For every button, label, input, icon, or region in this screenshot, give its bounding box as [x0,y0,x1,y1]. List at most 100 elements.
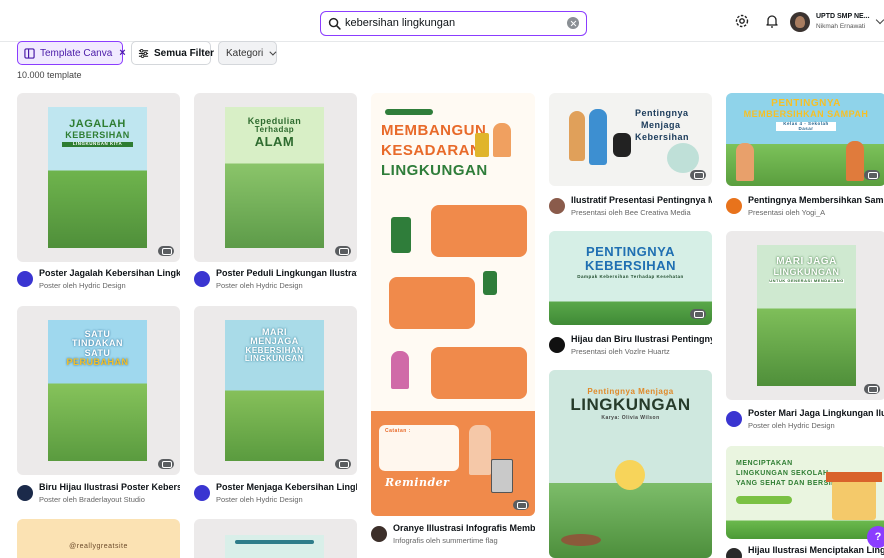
bell-icon[interactable] [764,13,780,29]
template-title[interactable]: Hijau dan Biru Ilustrasi Pentingnya... [571,334,712,344]
poster-title: KEBERSIHAN [585,257,676,273]
poster-subtitle: Dampak Kebersihan Terhadap Kesehatan [577,274,684,280]
template-creator: Infografis oleh summertime flag [393,536,498,545]
poster-title: KESADARAN [381,142,482,159]
template-creator: Poster oleh Braderlayout Studio [39,495,145,504]
poster-title: PENTINGNYA [771,98,841,109]
creator-avatar [726,548,742,558]
chip-label: Template Canva [40,47,113,59]
template-meta[interactable]: Hijau Ilustrasi Menciptakan Lingk... [726,545,884,558]
creator-avatar [726,198,742,214]
all-filters-button[interactable]: Semua Filter [131,41,214,65]
chevron-down-icon [269,48,277,56]
template-thumbnail: PENTINGNYA KEBERSIHAN Dampak Kebersihan … [549,231,712,325]
help-button[interactable]: ? [867,526,884,548]
close-icon[interactable]: × [119,47,125,59]
template-title[interactable]: Poster Jagalah Kebersihan Lingku... [39,268,180,278]
template-meta[interactable]: Hijau dan Biru Ilustrasi Pentingnya... P… [549,334,712,362]
creator-avatar [371,526,387,542]
poster-title: ALAM [254,133,295,149]
search-box[interactable]: kebersihan lingkungan [320,11,587,36]
poster-title: LINGKUNGAN SEKOLAH [736,470,829,477]
poster-title: Reminder [385,476,450,489]
poster-title: PENTINGNYA [585,244,676,259]
user-name[interactable]: UPTD SMP NE... [816,13,870,20]
template-thumbnail: SATU TINDAKAN SATU PERUBAHAN [48,320,147,461]
template-card[interactable]: PENTINGNYA KEBERSIHAN Dampak Kebersihan … [549,231,712,325]
template-thumbnail: Pentingnya Menjaga LINGKUNGAN Karya: Oli… [549,370,712,558]
template-card[interactable]: MENCIPTAKAN LINGKUNGAN SEKOLAH YANG SEHA… [726,446,884,539]
template-meta[interactable]: Poster Peduli Lingkungan Ilustratif... P… [194,268,357,296]
template-meta[interactable]: Pentingnya Membersihkan Sampa... Present… [726,195,884,223]
template-icon [24,47,35,59]
template-card[interactable] [194,519,357,558]
template-card[interactable]: Pentingnya Menjaga Kebersihan [549,93,712,186]
template-card[interactable]: MARI JAGA LINGKUNGAN UNTUK GENERASI MEND… [726,231,884,400]
template-card[interactable]: MARI MENJAGA KEBERSIHAN LINGKUNGAN [194,306,357,475]
template-meta[interactable]: Poster Menjaga Kebersihan Lingku... Post… [194,482,357,510]
template-title[interactable]: Oranye Illustrasi Infografis Memba... [393,523,535,533]
avatar[interactable] [790,12,810,32]
template-thumbnail: JAGALAH KEBERSIHAN LINGKUNGAN KITA [48,107,147,248]
poster-title: Pentingnya [635,108,689,118]
poster-title: PERUBAHAN [66,357,129,368]
template-thumbnail: MEMBANGUN KESADARAN LINGKUNGAN Catatan :… [371,93,535,516]
template-card[interactable]: JAGALAH KEBERSIHAN LINGKUNGAN KITA [17,93,180,262]
template-meta[interactable]: Poster Mari Jaga Lingkungan Ilustr... Po… [726,408,884,436]
search-input[interactable]: kebersihan lingkungan [345,17,455,29]
template-type-icon [335,246,351,256]
template-title[interactable]: Biru Hijau Ilustrasi Poster Kebersi... [39,482,180,492]
template-type-icon [864,170,880,180]
template-meta[interactable]: Ilustratif Presentasi Pentingnya M... Pr… [549,195,712,223]
search-icon [328,17,341,30]
template-title[interactable]: Ilustratif Presentasi Pentingnya M... [571,195,712,205]
template-type-icon [690,309,706,319]
template-meta[interactable]: Oranye Illustrasi Infografis Memba... In… [371,523,535,551]
template-creator: Presentasi oleh Bee Creativa Media [571,208,691,217]
gear-icon[interactable] [734,13,750,29]
creator-avatar [549,337,565,353]
template-creator: Poster oleh Hydric Design [216,495,303,504]
template-creator: Poster oleh Hydric Design [216,281,303,290]
template-creator: Poster oleh Hydric Design [39,281,126,290]
template-card[interactable]: Pentingnya Menjaga LINGKUNGAN Karya: Oli… [549,370,712,558]
template-card[interactable]: MEMBANGUN KESADARAN LINGKUNGAN Catatan :… [371,93,535,516]
template-title[interactable]: Poster Peduli Lingkungan Ilustratif... [216,268,357,278]
template-meta[interactable]: Poster Jagalah Kebersihan Lingku... Post… [17,268,180,296]
poster-note-label: Catatan : [385,428,411,434]
template-type-icon [690,170,706,180]
template-card[interactable]: Kepedulian Terhadap ALAM [194,93,357,262]
poster-title: MENCIPTAKAN [736,460,793,467]
top-bar: kebersihan lingkungan UPTD SMP NE... Nik… [0,0,884,42]
creator-avatar [17,271,33,287]
template-type-icon [513,500,529,510]
poster-subtitle: LINGKUNGAN KITA [62,141,133,147]
category-dropdown[interactable]: Kategori [218,41,277,65]
poster-title: JAGALAH [69,118,126,130]
poster-subtitle: UNTUK GENERASI MENDATANG [769,277,844,284]
chevron-down-icon[interactable] [875,15,884,25]
template-thumbnail: MARI MENJAGA KEBERSIHAN LINGKUNGAN [225,320,324,461]
poster-title: Menjaga [641,120,681,130]
poster-title: MEMBERSIHKAN SAMPAH [743,108,869,119]
template-canva-chip[interactable]: Template Canva × [17,41,126,65]
template-card[interactable]: PENTINGNYA MEMBERSIHKAN SAMPAH Kelas 4 -… [726,93,884,186]
poster-title: Kebersihan [635,132,690,142]
template-thumbnail: Kepedulian Terhadap ALAM [225,107,324,248]
template-type-icon [158,246,174,256]
template-title[interactable]: Pentingnya Membersihkan Sampa... [748,195,884,205]
template-title[interactable]: Poster Menjaga Kebersihan Lingku... [216,482,357,492]
template-meta[interactable]: Biru Hijau Ilustrasi Poster Kebersi... P… [17,482,180,510]
template-title[interactable]: Poster Mari Jaga Lingkungan Ilustr... [748,408,884,418]
template-thumbnail: Pentingnya Menjaga Kebersihan [549,93,712,186]
template-creator: Presentasi oleh Vozlre Huartz [571,347,670,356]
filter-sliders-icon [138,48,149,58]
template-creator: Presentasi oleh Yogi_A [748,208,826,217]
template-card[interactable]: SATU TINDAKAN SATU PERUBAHAN [17,306,180,475]
template-title[interactable]: Hijau Ilustrasi Menciptakan Lingk... [748,545,884,555]
poster-title: LINGKUNGAN [773,266,840,277]
poster-title: LINGKUNGAN [381,162,488,179]
clear-search-icon[interactable] [567,17,579,29]
template-card[interactable]: @reallygreatsite [17,519,180,558]
template-thumbnail: PENTINGNYA MEMBERSIHKAN SAMPAH Kelas 4 -… [726,93,884,186]
